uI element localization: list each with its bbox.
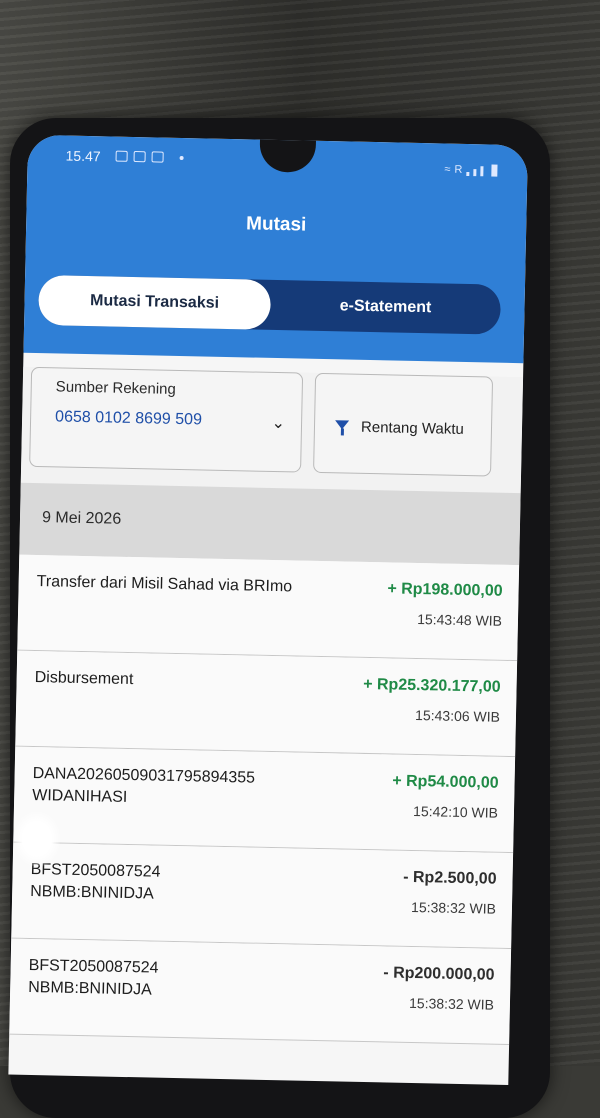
notification-icon — [151, 151, 164, 163]
date-range-button[interactable]: Rentang Waktu — [313, 372, 494, 477]
notification-icon — [133, 150, 146, 163]
account-label: Sumber Rekening — [55, 378, 177, 398]
light-glare — [14, 812, 60, 866]
filter-section: Sumber Rekening 0658 0102 8699 509 ⌄ Ren… — [20, 366, 524, 494]
date-group-header: 9 Mei 2026 — [19, 482, 521, 566]
notification-icon — [115, 150, 128, 162]
transaction-time: 15:43:48 WIB — [417, 611, 503, 629]
date-group-label: 9 Mei 2026 — [41, 509, 122, 528]
transaction-description: DANA20260509031795894355 WIDANIHASI — [32, 765, 256, 806]
filter-icon-stem — [340, 428, 344, 436]
signal-icon — [473, 169, 477, 177]
transaction-row[interactable]: BFST2050087524 NBMB:BNINIDJA - Rp200.000… — [9, 938, 512, 1046]
transaction-row[interactable]: BFST2050087524 NBMB:BNINIDJA - Rp2.500,0… — [11, 842, 514, 950]
transaction-row[interactable]: DANA20260509031795894355 WIDANIHASI + Rp… — [13, 746, 516, 854]
transaction-row[interactable]: Disbursement + Rp25.320.177,00 15:43:06 … — [15, 650, 518, 758]
transaction-time: 15:42:10 WIB — [412, 802, 499, 821]
transaction-list: Transfer dari Misil Sahad via BRImo + Rp… — [9, 554, 520, 1046]
roaming-indicator: R — [454, 163, 463, 176]
page-title: Mutasi — [245, 213, 307, 236]
account-selector[interactable]: Sumber Rekening 0658 0102 8699 509 ⌄ — [29, 366, 304, 473]
signal-icon — [480, 166, 484, 177]
wifi-icon: ≈ — [444, 163, 451, 176]
transaction-description: BFST2050087524 NBMB:BNINIDJA — [28, 956, 159, 999]
transaction-amount: + Rp25.320.177,00 — [363, 675, 501, 696]
transaction-description: BFST2050087524 NBMB:BNINIDJA — [30, 860, 161, 903]
tab-e-statement[interactable]: e-Statement — [270, 280, 501, 335]
transaction-amount: - Rp2.500,00 — [403, 868, 497, 888]
status-icons: ≈ R — [444, 163, 498, 177]
chevron-down-icon: ⌄ — [271, 414, 286, 433]
transaction-time: 15:38:32 WIB — [408, 994, 495, 1013]
transaction-row[interactable]: Transfer dari Misil Sahad via BRImo + Rp… — [17, 554, 520, 662]
transaction-time: 15:38:32 WIB — [410, 898, 497, 917]
camera-notch — [259, 137, 317, 173]
transaction-amount: + Rp198.000,00 — [387, 580, 503, 600]
tab-bar: Mutasi Transaksi e-Statement — [38, 275, 502, 335]
transaction-amount: - Rp200.000,00 — [383, 964, 495, 984]
notification-icons — [115, 150, 184, 163]
transaction-description: Disbursement — [34, 669, 134, 689]
app-screen: 15.47 ≈ R Mutasi Mutasi Transaksi e-Stat… — [8, 134, 528, 1086]
account-number: 0658 0102 8699 509 — [54, 408, 203, 429]
status-time: 15.47 — [65, 147, 101, 165]
tab-mutasi-transaksi[interactable]: Mutasi Transaksi — [38, 275, 272, 330]
date-range-label: Rentang Waktu — [360, 418, 465, 438]
transaction-amount: + Rp54.000,00 — [392, 772, 499, 792]
transaction-description: Transfer dari Misil Sahad via BRImo — [36, 573, 293, 596]
battery-icon — [491, 164, 498, 177]
transaction-time: 15:43:06 WIB — [414, 707, 501, 725]
app-header: 15.47 ≈ R Mutasi Mutasi Transaksi e-Stat… — [23, 134, 528, 364]
more-notifications-dot — [179, 155, 184, 161]
signal-icon — [466, 171, 470, 177]
